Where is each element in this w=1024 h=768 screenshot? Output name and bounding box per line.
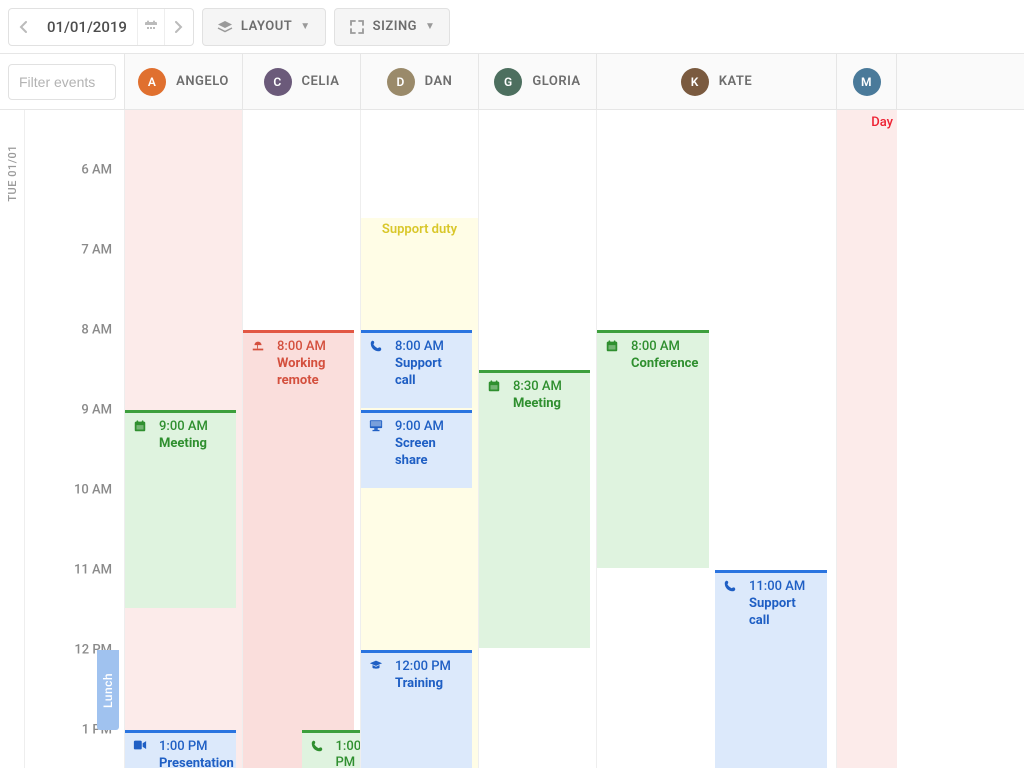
resource-header: A ANGELO C CELIA D DAN G GLORIA K KATE M [0,54,1024,110]
resource-name: CELIA [302,74,340,89]
event-time: 9:00 AM [159,419,208,435]
calendar-event[interactable]: 9:00 AMMeeting [125,410,236,608]
layout-label: LAYOUT [241,19,292,34]
event-time: 8:00 AM [277,339,346,355]
avatar: D [387,68,415,96]
phone-icon [723,579,737,593]
resource-name: DAN [425,74,453,89]
next-date-button[interactable] [165,9,193,45]
calendar-icon [133,419,147,433]
event-title: Support call [749,596,819,629]
resource-name: ANGELO [176,74,229,89]
layout-dropdown[interactable]: LAYOUT ▼ [202,8,326,46]
time-label: 9 AM [25,403,124,418]
filter-cell [0,54,125,109]
event-title: Support duty [361,222,478,237]
resource-header-dan[interactable]: D DAN [361,54,479,109]
event-time: 8:30 AM [513,379,562,395]
time-axis: 6 AM7 AM8 AM9 AM10 AM11 AM12 PM1 PMLunch [25,110,125,768]
resize-icon [349,19,365,35]
event-time: 9:00 AM [395,419,464,435]
calendar-event[interactable]: 1:00 PMPhone meeting [302,730,361,768]
time-label: 6 AM [25,163,124,178]
calendar-event[interactable]: 9:00 AMScreen share [361,410,472,488]
avatar: G [494,68,522,96]
event-time: 1:00 PM [159,739,234,755]
chevron-left-icon [19,21,27,33]
resource-name: GLORIA [532,74,580,89]
event-title: Working remote [277,356,346,389]
sizing-label: SIZING [373,19,417,34]
date-display[interactable]: 01/01/2019 [37,18,137,36]
event-title: Training [395,676,451,692]
resource-header-angelo[interactable]: A ANGELO [125,54,243,109]
chevron-right-icon [175,21,183,33]
schedule-grid[interactable]: 9:00 AMMeeting1:00 PMPresentation8:00 AM… [125,110,1024,768]
time-label: 11 AM [25,563,124,578]
time-label: 10 AM [25,483,124,498]
calendar-event[interactable]: 8:00 AMWorking remote [243,330,354,768]
event-time: 1:00 PM [336,739,361,768]
desktop-icon [369,419,383,432]
calendar-picker-button[interactable] [137,9,165,45]
scheduler: A ANGELO C CELIA D DAN G GLORIA K KATE M TUE 01/01… [0,54,1024,768]
event-time: 8:00 AM [631,339,698,355]
schedule-column[interactable]: Support duty8:00 AMSupport call9:00 AMSc… [361,110,479,768]
video-icon [133,739,147,751]
calendar-event[interactable]: 8:00 AMConference [597,330,709,568]
resource-header-kate[interactable]: K KATE [597,54,837,109]
avatar: C [264,68,292,96]
schedule-column[interactable]: 8:00 AMConference11:00 AMSupport call [597,110,837,768]
calendar-icon [487,379,501,393]
time-label: 8 AM [25,323,124,338]
date-picker: 01/01/2019 [8,8,194,46]
filter-events-input[interactable] [8,64,116,100]
resource-name: KATE [719,74,752,89]
calendar-icon [605,339,619,353]
calendar-icon [143,19,159,35]
resource-header-celia[interactable]: C CELIA [243,54,361,109]
toolbar: 01/01/2019 LAYOUT ▼ SIZING ▼ [0,0,1024,54]
calendar-event[interactable]: 8:30 AMMeeting [479,370,590,648]
gradcap-icon [369,659,383,671]
event-title: Conference [631,356,698,372]
calendar-event[interactable]: 1:00 PMPresentation [125,730,236,768]
day-label: TUE 01/01 [6,145,19,202]
event-title: Screen share [395,436,464,469]
schedule-column[interactable]: 9:00 AMMeeting 1:00 PMPresentation [125,110,243,768]
event-time: 8:00 AM [395,339,464,355]
event-title: Meeting [159,436,208,452]
avatar: A [138,68,166,96]
background-block: Day [837,110,897,768]
calendar-event[interactable]: 11:00 AMSupport call [715,570,827,768]
calendar-event[interactable]: 12:00 PMTraining [361,650,472,768]
resource-header-col5[interactable]: M [837,54,897,109]
layers-icon [217,20,233,34]
scheduler-body: TUE 01/01 6 AM7 AM8 AM9 AM10 AM11 AM12 P… [0,110,1024,768]
schedule-column[interactable]: 8:30 AMMeeting [479,110,597,768]
event-time: 11:00 AM [749,579,819,595]
schedule-column[interactable]: Day [837,110,897,768]
phone-icon [310,739,324,753]
sizing-dropdown[interactable]: SIZING ▼ [334,8,451,46]
chevron-down-icon: ▼ [425,21,435,32]
time-label: 7 AM [25,243,124,258]
event-time: 12:00 PM [395,659,451,675]
avatar: K [681,68,709,96]
day-label-column: TUE 01/01 [0,110,25,768]
lunch-block[interactable]: Lunch [97,650,119,730]
dayoff-label: Day [871,115,893,130]
avatar: M [853,68,881,96]
umbrella-icon [251,339,265,353]
chevron-down-icon: ▼ [300,21,310,32]
calendar-event[interactable]: 8:00 AMSupport call [361,330,472,408]
event-title: Support call [395,356,464,389]
prev-date-button[interactable] [9,9,37,45]
event-title: Presentation [159,756,234,768]
event-title: Meeting [513,396,562,412]
resource-header-gloria[interactable]: G GLORIA [479,54,597,109]
schedule-column[interactable]: 8:00 AMWorking remote1:00 PMPhone meetin… [243,110,361,768]
phone-icon [369,339,383,353]
